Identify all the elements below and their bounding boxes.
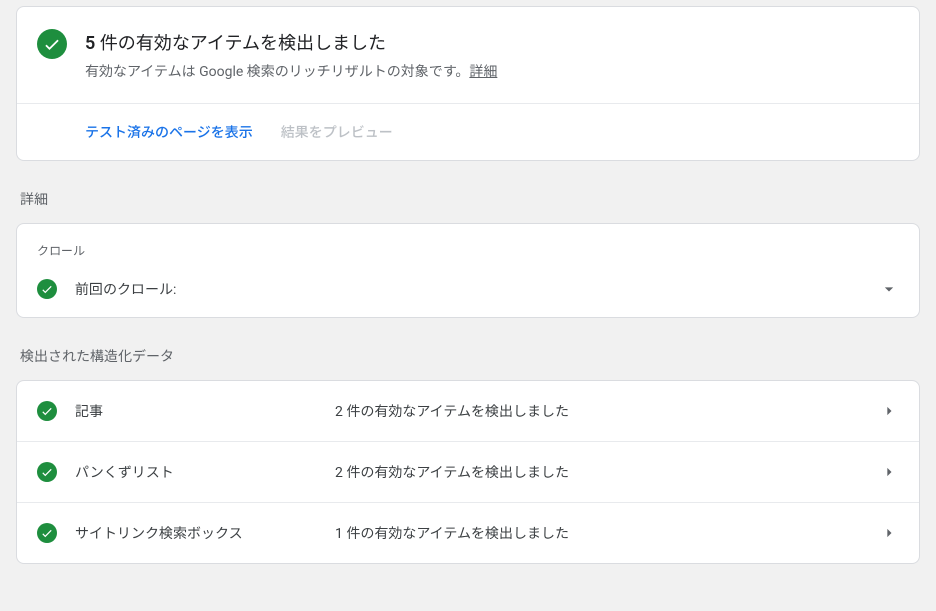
chevron-down-icon	[879, 279, 899, 299]
structured-data-row[interactable]: 記事 2 件の有効なアイテムを検出しました	[17, 381, 919, 442]
details-section-label: 詳細	[20, 189, 920, 209]
item-status: 1 件の有効なアイテムを検出しました	[335, 523, 879, 543]
last-crawl-row[interactable]: 前回のクロール:	[37, 273, 899, 317]
check-icon	[37, 462, 57, 482]
item-name: 記事	[75, 401, 335, 421]
structured-data-row[interactable]: サイトリンク検索ボックス 1 件の有効なアイテムを検出しました	[17, 503, 919, 563]
check-icon	[37, 401, 57, 421]
chevron-right-icon	[879, 401, 899, 421]
last-crawl-label: 前回のクロール:	[75, 279, 879, 299]
item-name: パンくずリスト	[75, 462, 335, 482]
summary-card: 5 件の有効なアイテムを検出しました 有効なアイテムは Google 検索のリッ…	[16, 6, 920, 161]
view-tested-page-link[interactable]: テスト済みのページを表示	[85, 122, 253, 142]
chevron-right-icon	[879, 523, 899, 543]
summary-subtitle: 有効なアイテムは Google 検索のリッチリザルトの対象です。詳細	[85, 61, 899, 81]
check-icon	[37, 279, 57, 299]
item-name: サイトリンク検索ボックス	[75, 523, 335, 543]
crawl-card: クロール 前回のクロール:	[16, 223, 920, 318]
crawl-section-label: クロール	[37, 242, 899, 259]
summary-actions: テスト済みのページを表示 結果をプレビュー	[17, 103, 919, 160]
item-status: 2 件の有効なアイテムを検出しました	[335, 462, 879, 482]
summary-title: 5 件の有効なアイテムを検出しました	[85, 29, 899, 55]
chevron-right-icon	[879, 462, 899, 482]
structured-data-row[interactable]: パンくずリスト 2 件の有効なアイテムを検出しました	[17, 442, 919, 503]
preview-results-disabled: 結果をプレビュー	[281, 122, 393, 142]
structured-data-list: 記事 2 件の有効なアイテムを検出しました パンくずリスト 2 件の有効なアイテ…	[16, 380, 920, 564]
summary-header: 5 件の有効なアイテムを検出しました 有効なアイテムは Google 検索のリッ…	[17, 7, 919, 103]
check-icon	[37, 29, 67, 59]
item-status: 2 件の有効なアイテムを検出しました	[335, 401, 879, 421]
check-icon	[37, 523, 57, 543]
structured-data-section-label: 検出された構造化データ	[20, 346, 920, 366]
learn-more-link[interactable]: 詳細	[469, 64, 497, 80]
